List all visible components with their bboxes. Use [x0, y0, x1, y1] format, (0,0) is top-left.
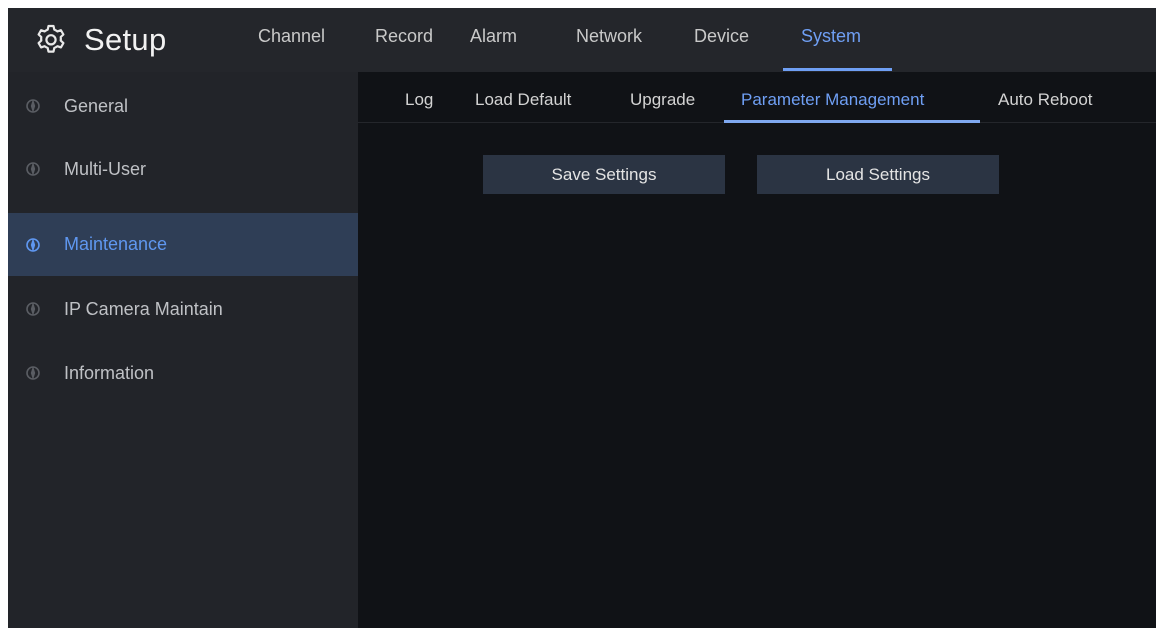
compass-icon: [26, 99, 40, 113]
gear-icon: [37, 24, 65, 53]
sidebar-item-label: Maintenance: [64, 234, 168, 254]
sidebar-item-information[interactable]: Information: [8, 342, 358, 404]
sidebar-item-maintenance[interactable]: Maintenance: [8, 213, 358, 276]
subtab-load-default[interactable]: Load Default: [475, 90, 571, 110]
main-panel: Log Load Default Upgrade Parameter Manag…: [358, 72, 1156, 628]
compass-icon: [26, 162, 40, 176]
sidebar-item-label: Multi-User: [64, 158, 147, 179]
sidebar-item-label: IP Camera Maintain: [64, 298, 223, 319]
compass-icon: [26, 366, 40, 380]
sidebar-item-label: Information: [64, 362, 155, 383]
subtab-parameter-management[interactable]: Parameter Management: [741, 90, 924, 110]
sidebar-item-multi-user[interactable]: Multi-User: [8, 138, 358, 200]
tab-network[interactable]: Network: [576, 26, 642, 47]
subtab-upgrade[interactable]: Upgrade: [630, 90, 695, 110]
setup-window: Setup Channel Record Alarm Network Devic…: [8, 8, 1156, 628]
sidebar-item-general[interactable]: General: [8, 75, 358, 137]
subtab-auto-reboot[interactable]: Auto Reboot: [998, 90, 1093, 110]
setup-header: Setup: [34, 20, 167, 60]
tab-channel[interactable]: Channel: [258, 26, 325, 47]
compass-icon: [26, 302, 40, 316]
save-settings-button[interactable]: Save Settings: [483, 155, 725, 194]
page-title: Setup: [84, 22, 167, 57]
sidebar-item-label: General: [64, 95, 129, 116]
active-tab-indicator: [783, 68, 892, 71]
tab-system[interactable]: System: [801, 26, 861, 47]
top-menu-bar: Setup Channel Record Alarm Network Devic…: [8, 8, 1156, 72]
subtab-log[interactable]: Log: [405, 90, 433, 110]
tab-alarm[interactable]: Alarm: [470, 26, 517, 47]
load-settings-button[interactable]: Load Settings: [757, 155, 999, 194]
active-subtab-indicator: [724, 120, 980, 123]
tab-device[interactable]: Device: [694, 26, 749, 47]
compass-icon: [26, 237, 40, 252]
tab-record[interactable]: Record: [375, 26, 433, 47]
sidebar: General Multi-User Maintenance IP Camera…: [8, 72, 358, 628]
sidebar-item-ip-camera-maintain[interactable]: IP Camera Maintain: [8, 278, 358, 340]
sub-tabs: Log Load Default Upgrade Parameter Manag…: [358, 72, 1156, 123]
